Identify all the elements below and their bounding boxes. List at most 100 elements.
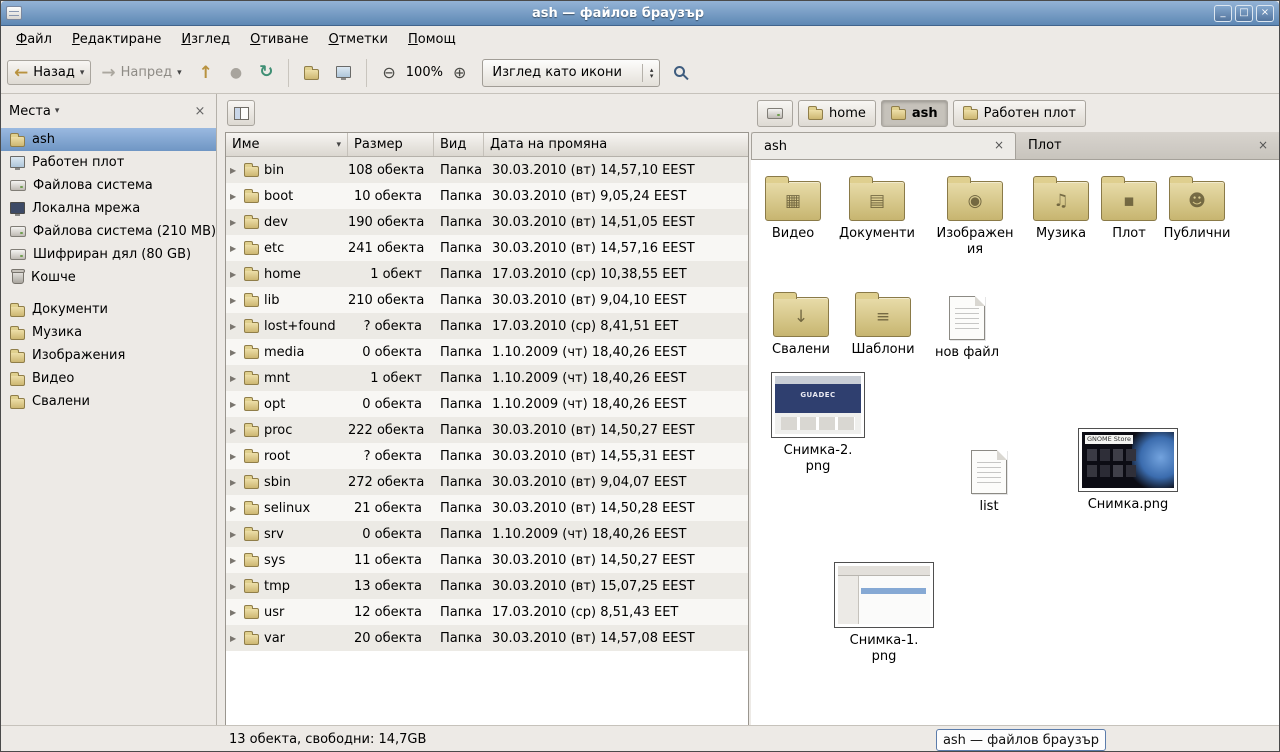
table-row[interactable]: ▶root? обектаПапка30.03.2010 (вт) 14,55,… xyxy=(226,443,748,469)
table-row[interactable]: ▶dev190 обектаПапка30.03.2010 (вт) 14,51… xyxy=(226,209,748,235)
icon-item[interactable]: ▦Видео xyxy=(751,174,835,242)
tab-close-icon[interactable]: × xyxy=(991,138,1007,154)
icon-item[interactable]: ◉Изображен ия xyxy=(933,174,1017,258)
stop-button[interactable]: ● xyxy=(223,61,249,85)
back-button[interactable]: ← Назад ▾ xyxy=(7,60,91,85)
menubar-item[interactable]: Отиване xyxy=(241,29,317,50)
table-row[interactable]: ▶lost+found? обектаПапка17.03.2010 (ср) … xyxy=(226,313,748,339)
table-row[interactable]: ▶sys11 обектаПапка30.03.2010 (вт) 14,50,… xyxy=(226,547,748,573)
expander-icon[interactable]: ▶ xyxy=(230,374,239,383)
table-row[interactable]: ▶tmp13 обектаПапка30.03.2010 (вт) 15,07,… xyxy=(226,573,748,599)
sidebar-close-icon[interactable]: × xyxy=(192,104,208,119)
expander-icon[interactable]: ▶ xyxy=(230,270,239,279)
home-button[interactable] xyxy=(297,61,326,85)
sidebar-item[interactable]: Работен плот xyxy=(1,151,216,174)
tab[interactable]: Плот× xyxy=(1016,132,1279,159)
pathbar-button[interactable] xyxy=(757,100,793,127)
table-row[interactable]: ▶mnt1 обектПапка1.10.2009 (чт) 18,40,26 … xyxy=(226,365,748,391)
tab[interactable]: ash× xyxy=(751,132,1016,159)
table-row[interactable]: ▶lib210 обектаПапка30.03.2010 (вт) 9,04,… xyxy=(226,287,748,313)
tab-close-icon[interactable]: × xyxy=(1255,138,1271,154)
sidebar-item[interactable]: Видео xyxy=(1,367,216,390)
pathbar-button[interactable]: Работен плот xyxy=(953,100,1086,127)
close-button[interactable]: × xyxy=(1256,5,1274,22)
table-row[interactable]: ▶media0 обектаПапка1.10.2009 (чт) 18,40,… xyxy=(226,339,748,365)
pathbar-button[interactable]: ash xyxy=(881,100,948,127)
sidebar-item[interactable]: Свалени xyxy=(1,390,216,413)
forward-button[interactable]: → Напред ▾ xyxy=(94,60,188,85)
sidebar-item[interactable]: Файлова система (210 MB) xyxy=(1,220,216,243)
expander-icon[interactable]: ▶ xyxy=(230,426,239,435)
menubar-item[interactable]: Изглед xyxy=(172,29,239,50)
taskbar-window-button[interactable]: ash — файлов браузър xyxy=(936,729,1106,751)
zoom-out-button[interactable]: ⊖ xyxy=(375,60,402,86)
expander-icon[interactable]: ▶ xyxy=(230,192,239,201)
table-row[interactable]: ▶etc241 обектаПапка30.03.2010 (вт) 14,57… xyxy=(226,235,748,261)
icon-item[interactable]: ≡Шаблони xyxy=(841,290,925,358)
column-header-kind[interactable]: Вид xyxy=(434,133,484,156)
icon-view[interactable]: ▦Видео▤Документи◉Изображен ия♫Музика▪Пло… xyxy=(751,160,1279,725)
menubar-item[interactable]: Отметки xyxy=(320,29,398,50)
expander-icon[interactable]: ▶ xyxy=(230,504,239,513)
expander-icon[interactable]: ▶ xyxy=(230,400,239,409)
expander-icon[interactable]: ▶ xyxy=(230,608,239,617)
pathbar-button[interactable]: home xyxy=(798,100,876,127)
table-row[interactable]: ▶usr12 обектаПапка17.03.2010 (ср) 8,51,4… xyxy=(226,599,748,625)
table-row[interactable]: ▶home1 обектПапка17.03.2010 (ср) 10,38,5… xyxy=(226,261,748,287)
sidebar-item[interactable]: ash xyxy=(1,128,216,151)
table-row[interactable]: ▶var20 обектаПапка30.03.2010 (вт) 14,57,… xyxy=(226,625,748,651)
menubar-item[interactable]: Помощ xyxy=(399,29,465,50)
back-dropdown-caret-icon[interactable]: ▾ xyxy=(80,68,85,78)
expander-icon[interactable]: ▶ xyxy=(230,452,239,461)
icon-item[interactable]: ☻Публични xyxy=(1155,174,1239,242)
expander-icon[interactable]: ▶ xyxy=(230,634,239,643)
table-row[interactable]: ▶sbin272 обектаПапка30.03.2010 (вт) 9,04… xyxy=(226,469,748,495)
sidebar-item[interactable]: Кошче xyxy=(1,266,216,289)
sidebar-title[interactable]: Места xyxy=(9,104,51,119)
icon-item[interactable]: нов файл xyxy=(925,292,1009,361)
maximize-button[interactable]: □ xyxy=(1235,5,1253,22)
table-row[interactable]: ▶proc222 обектаПапка30.03.2010 (вт) 14,5… xyxy=(226,417,748,443)
zoom-in-button[interactable]: ⊕ xyxy=(446,60,473,86)
icon-item[interactable]: ▤Документи xyxy=(835,174,919,242)
up-button[interactable]: ↑ xyxy=(192,61,220,85)
sidebar-item[interactable]: Локална мрежа xyxy=(1,197,216,220)
icon-item[interactable]: list xyxy=(947,446,1031,515)
sidebar-caret-icon[interactable]: ▾ xyxy=(55,106,60,116)
sidebar-item[interactable]: Файлова система xyxy=(1,174,216,197)
expander-icon[interactable]: ▶ xyxy=(230,348,239,357)
computer-button[interactable] xyxy=(329,61,358,85)
sidebar-item[interactable]: Музика xyxy=(1,321,216,344)
table-row[interactable]: ▶bin108 обектаПапка30.03.2010 (вт) 14,57… xyxy=(226,157,748,183)
expander-icon[interactable]: ▶ xyxy=(230,166,239,175)
pane-location-button[interactable] xyxy=(227,100,255,126)
minimize-button[interactable]: _ xyxy=(1214,5,1232,22)
sidebar-item[interactable]: Шифриран дял (80 GB) xyxy=(1,243,216,266)
expander-icon[interactable]: ▶ xyxy=(230,244,239,253)
sidebar-item[interactable]: Изображения xyxy=(1,344,216,367)
menubar-item[interactable]: Файл xyxy=(7,29,61,50)
icon-item[interactable]: ↓Свалени xyxy=(759,290,843,358)
column-header-name[interactable]: Име ▾ xyxy=(226,133,348,156)
expander-icon[interactable]: ▶ xyxy=(230,296,239,305)
menubar-item[interactable]: Редактиране xyxy=(63,29,170,50)
expander-icon[interactable]: ▶ xyxy=(230,218,239,227)
view-mode-select[interactable]: Изглед като икони ▴ ▾ xyxy=(482,59,660,87)
table-row[interactable]: ▶opt0 обектаПапка1.10.2009 (чт) 18,40,26… xyxy=(226,391,748,417)
icon-item[interactable]: GNOME StoreСнимка.png xyxy=(1079,428,1177,513)
expander-icon[interactable]: ▶ xyxy=(230,582,239,591)
expander-icon[interactable]: ▶ xyxy=(230,322,239,331)
search-button[interactable] xyxy=(663,59,698,86)
table-row[interactable]: ▶boot10 обектаПапка30.03.2010 (вт) 9,05,… xyxy=(226,183,748,209)
expander-icon[interactable]: ▶ xyxy=(230,556,239,565)
reload-button[interactable]: ↻ xyxy=(252,60,280,85)
sidebar-item[interactable]: Документи xyxy=(1,298,216,321)
expander-icon[interactable]: ▶ xyxy=(230,530,239,539)
table-row[interactable]: ▶selinux21 обектаПапка30.03.2010 (вт) 14… xyxy=(226,495,748,521)
icon-item[interactable]: GUADECСнимка-2. png xyxy=(769,372,867,475)
column-header-date[interactable]: Дата на промяна xyxy=(484,133,748,156)
table-row[interactable]: ▶srv0 обектаПапка1.10.2009 (чт) 18,40,26… xyxy=(226,521,748,547)
column-header-size[interactable]: Размер xyxy=(348,133,434,156)
expander-icon[interactable]: ▶ xyxy=(230,478,239,487)
icon-item[interactable]: Снимка-1. png xyxy=(835,562,933,665)
